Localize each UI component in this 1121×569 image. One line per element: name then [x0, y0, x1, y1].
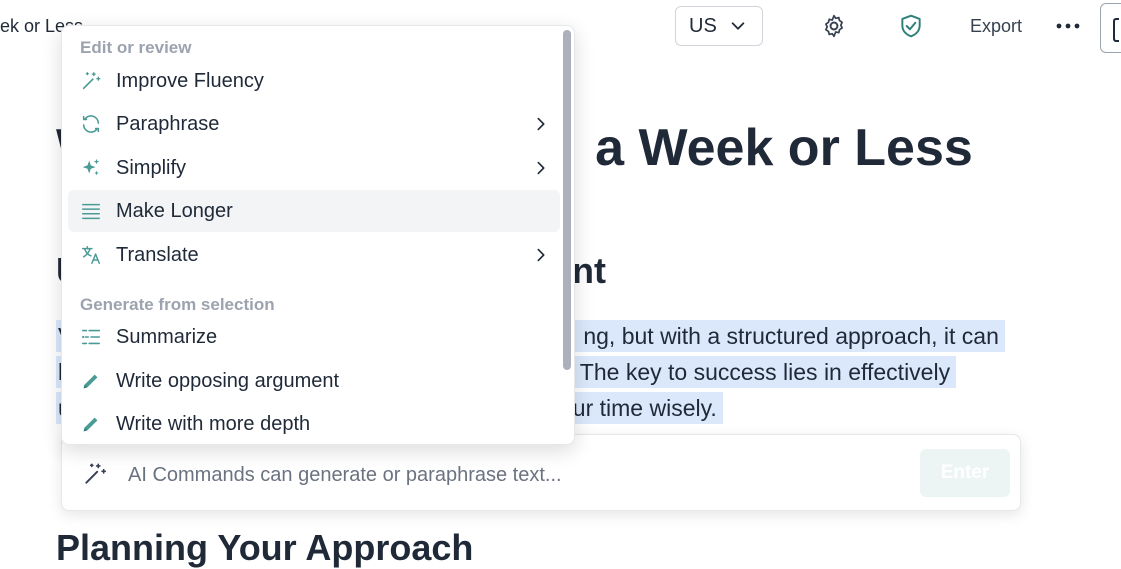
- panel-toggle-button[interactable]: [1100, 3, 1121, 53]
- menu-item-write-opposing-argument[interactable]: Write opposing argument: [68, 360, 560, 402]
- menu-item-make-longer[interactable]: Make Longer: [68, 190, 560, 232]
- menu-scrollbar[interactable]: [563, 30, 571, 370]
- menu-item-write-with-more-depth[interactable]: Write with more depth: [68, 403, 560, 444]
- list-icon: [80, 326, 102, 348]
- ai-commands-menu: Edit or review Improve Fluency Paraphras…: [61, 25, 575, 445]
- panel-icon: [1113, 18, 1119, 42]
- shield-check-icon[interactable]: [898, 13, 924, 39]
- menu-section-edit: Edit or review: [80, 38, 192, 57]
- next-section-heading: Planning Your Approach: [56, 527, 474, 568]
- pencil-icon: [80, 370, 102, 392]
- chevron-right-icon: [537, 248, 545, 262]
- subheading-visible-text: nt: [572, 250, 606, 291]
- export-button[interactable]: Export: [970, 16, 1022, 37]
- menu-section-generate: Generate from selection: [80, 295, 275, 314]
- settings-gear-icon[interactable]: [821, 13, 847, 39]
- more-options-icon[interactable]: [1055, 13, 1081, 39]
- ai-command-input[interactable]: [126, 459, 910, 491]
- wand-icon: [80, 70, 102, 92]
- menu-item-translate[interactable]: Translate: [68, 234, 560, 276]
- chevron-down-icon: [731, 22, 745, 30]
- ai-command-bar: Enter: [61, 434, 1021, 511]
- refresh-icon: [80, 113, 102, 135]
- heading-visible-text: a Week or Less: [595, 119, 973, 177]
- lines-icon: [80, 200, 102, 222]
- magic-wand-icon: [85, 463, 107, 484]
- language-value: US: [689, 14, 717, 37]
- sparkles-icon: [80, 157, 102, 179]
- pencil-icon: [80, 413, 102, 435]
- menu-item-improve-fluency[interactable]: Improve Fluency: [68, 60, 560, 102]
- menu-item-summarize[interactable]: Summarize: [68, 316, 560, 358]
- translate-icon: [80, 244, 102, 266]
- enter-button[interactable]: Enter: [920, 449, 1010, 497]
- menu-item-paraphrase[interactable]: Paraphrase: [68, 103, 560, 145]
- menu-item-simplify[interactable]: Simplify: [68, 147, 560, 189]
- chevron-right-icon: [537, 161, 545, 175]
- chevron-right-icon: [537, 117, 545, 131]
- language-select[interactable]: US: [675, 6, 763, 46]
